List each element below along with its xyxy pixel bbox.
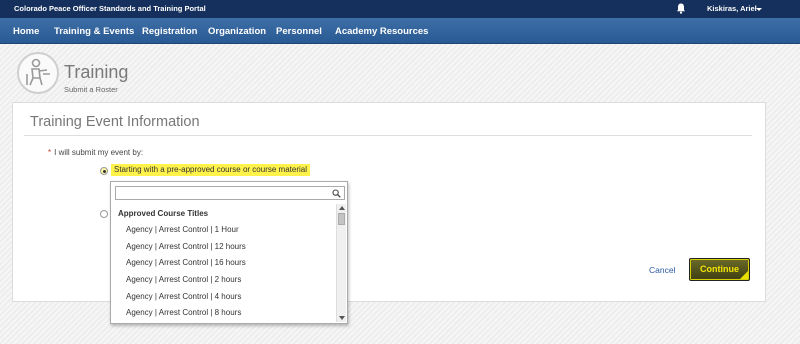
nav-item-personnel[interactable]: Personnel	[276, 26, 322, 37]
corner-accent	[740, 271, 748, 279]
scroll-thumb[interactable]	[338, 213, 345, 225]
continue-label: Continue	[700, 264, 739, 274]
nav-item-organization[interactable]: Organization	[208, 26, 266, 37]
course-option[interactable]: Agency | Arrest Control | 1 Hour	[126, 225, 239, 234]
nav-item-training-events[interactable]: Training & Events	[54, 26, 134, 37]
page-subtitle: Submit a Roster	[64, 85, 118, 94]
page-title: Training	[64, 62, 129, 82]
radio-preapproved-course[interactable]	[100, 167, 108, 175]
nav-item-home[interactable]: Home	[13, 26, 39, 37]
portal-title: Colorado Peace Officer Standards and Tra…	[14, 4, 206, 13]
course-dropdown[interactable]: Approved Course Titles Agency | Arrest C…	[110, 181, 348, 324]
course-option[interactable]: Agency | Arrest Control | 8 hours	[126, 308, 241, 317]
search-icon	[332, 189, 341, 198]
training-person-icon	[17, 52, 59, 94]
radio-other-option[interactable]	[100, 210, 108, 218]
required-marker: *	[48, 148, 52, 157]
submit-method-question: * I will submit my event by:	[48, 148, 143, 157]
scroll-down-icon[interactable]	[339, 316, 345, 320]
dropdown-scrollbar[interactable]	[336, 204, 346, 322]
section-title: Training Event Information	[30, 114, 200, 130]
scroll-up-icon[interactable]	[339, 206, 345, 210]
continue-button[interactable]: Continue	[689, 258, 750, 281]
main-nav: Home Training & Events Registration Orga…	[0, 18, 800, 44]
bell-icon[interactable]	[676, 3, 686, 14]
course-option[interactable]: Agency | Arrest Control | 12 hours	[126, 242, 246, 251]
top-bar: Colorado Peace Officer Standards and Tra…	[0, 0, 800, 18]
cancel-link[interactable]: Cancel	[649, 265, 675, 275]
course-option[interactable]: Agency | Arrest Control | 4 hours	[126, 292, 241, 301]
user-menu[interactable]: Kiskiras, Ariel	[707, 4, 757, 13]
course-option[interactable]: Agency | Arrest Control | 16 hours	[126, 258, 246, 267]
course-search-input[interactable]	[115, 186, 345, 200]
nav-item-registration[interactable]: Registration	[142, 26, 197, 37]
question-label: I will submit my event by:	[54, 148, 144, 157]
option-preapproved-label[interactable]: Starting with a pre-approved course or c…	[111, 164, 310, 176]
option-group-label: Approved Course Titles	[118, 209, 209, 218]
section-divider	[24, 135, 752, 136]
nav-item-academy-resources[interactable]: Academy Resources	[335, 26, 428, 37]
chevron-down-icon[interactable]	[756, 8, 762, 11]
course-option[interactable]: Agency | Arrest Control | 2 hours	[126, 275, 241, 284]
